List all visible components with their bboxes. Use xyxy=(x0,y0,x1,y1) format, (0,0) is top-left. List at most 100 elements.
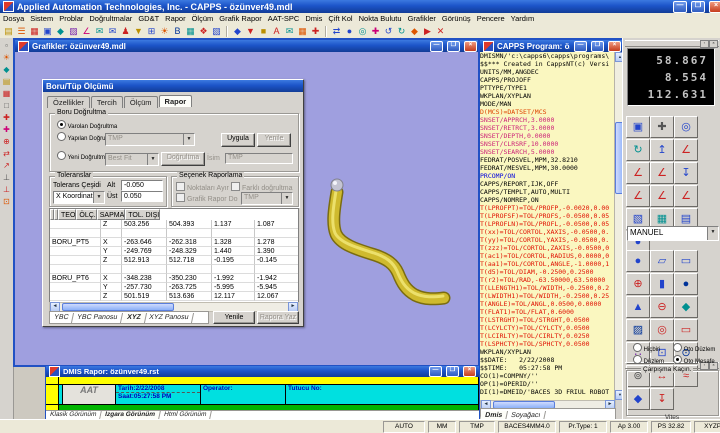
left-toolbar-icon[interactable]: ⊡ xyxy=(1,196,12,207)
report-titlebar[interactable]: DMIS Rapor: özünver49.rst — ❐ × xyxy=(46,366,479,377)
toolbar-icon[interactable]: ♟ xyxy=(119,25,132,37)
left-toolbar-icon[interactable]: ⊥ xyxy=(1,172,12,183)
report-grid[interactable]: AAT Tarih:2/22/2008 Saat:05:27:58 PM Ope… xyxy=(46,377,479,411)
feature-tool-icon[interactable]: ▱ xyxy=(650,250,674,272)
radio-select-alignment[interactable]: Yapılan Doğrultmaya Seç xyxy=(57,132,103,142)
graphics-minimize-button[interactable]: — xyxy=(430,41,443,52)
view-tool-icon[interactable]: ∠ xyxy=(626,162,650,184)
mode-combo[interactable]: MANUEL▼ xyxy=(627,226,719,241)
left-toolbar-icon[interactable]: ✚ xyxy=(1,112,12,123)
dialog-tab[interactable]: Ölçüm xyxy=(124,96,158,108)
program-minimize-button[interactable]: — xyxy=(574,41,587,52)
toolbar-icon[interactable]: ● xyxy=(343,25,356,37)
statusbar-cell[interactable]: Pr.Type: 1 xyxy=(559,421,607,433)
toolbar-icon[interactable]: ☰ xyxy=(15,25,28,37)
report-view-tab[interactable]: Izgara Görünüm xyxy=(100,411,161,419)
program-close-button[interactable]: × xyxy=(608,41,621,52)
view-tool-icon[interactable]: ↻ xyxy=(626,139,650,161)
toolbar-icon[interactable]: ☀ xyxy=(158,25,171,37)
feature-tool-icon[interactable]: ▭ xyxy=(674,250,698,272)
menu-item[interactable]: Nokta Bulutu xyxy=(356,14,405,23)
table-row[interactable]: Z503.256504.3931.1371.087 xyxy=(50,220,298,229)
toolbar-icon[interactable]: ❖ xyxy=(197,25,210,37)
toolbar-icon[interactable]: ▼ xyxy=(132,25,145,37)
statusbar-cell[interactable]: Ap 3.00 xyxy=(610,421,648,433)
toolbar-icon[interactable]: ✉ xyxy=(93,25,106,37)
table-row[interactable] xyxy=(50,229,298,238)
split-points-checkbox[interactable]: Noktaları Ayır xyxy=(176,182,229,192)
feature-tool-icon[interactable]: ● xyxy=(626,250,650,272)
toolbar-icon[interactable]: ■ xyxy=(257,25,270,37)
report-maximize-button[interactable]: ❐ xyxy=(446,366,459,377)
refresh-button-disabled[interactable]: Yenile xyxy=(257,133,291,147)
view-tool-icon[interactable]: ∠ xyxy=(674,139,698,161)
maximize-button[interactable]: ❐ xyxy=(691,1,705,13)
view-tool-icon[interactable]: ∠ xyxy=(650,162,674,184)
report-minimize-button[interactable]: — xyxy=(429,366,442,377)
feature-tool-icon[interactable]: ◎ xyxy=(650,319,674,341)
menu-item[interactable]: Sistem xyxy=(27,14,56,23)
graphic-report-file-checkbox[interactable]: Grafik Rapor Dosy xyxy=(176,193,238,203)
table-row[interactable] xyxy=(50,265,298,274)
menu-item[interactable]: Problar xyxy=(56,14,86,23)
table-row[interactable]: Y-249.769-248.3291.4401.390 xyxy=(50,247,298,256)
table-row[interactable]: Z512.913512.718-0.195-0.145 xyxy=(50,256,298,265)
axis-tab[interactable]: YBC xyxy=(49,313,75,323)
graphics-maximize-button[interactable]: ❐ xyxy=(447,41,460,52)
upper-tolerance-field[interactable] xyxy=(121,191,163,202)
axis-tab[interactable]: XYZ xyxy=(121,313,146,323)
toolbar-icon[interactable]: A xyxy=(270,25,283,37)
toolbar-icon[interactable]: ▧ xyxy=(210,25,223,37)
menu-item[interactable]: AAT-SPC xyxy=(265,14,303,23)
menu-item[interactable]: Grafikler xyxy=(405,14,439,23)
toolbar-icon[interactable]: ▣ xyxy=(41,25,54,37)
results-column-header[interactable]: SAPMA xyxy=(97,209,126,220)
toolbar-icon[interactable]: ▦ xyxy=(296,25,309,37)
left-toolbar-icon[interactable]: ◆ xyxy=(1,64,12,75)
toolbar-icon[interactable]: ▦ xyxy=(28,25,41,37)
program-titlebar[interactable]: CAPPS Program: özünver49.... — ❐ × xyxy=(480,40,624,52)
graphics-close-button[interactable]: × xyxy=(464,41,477,52)
table-row[interactable]: Y-257.730-263.725-5.995-5.945 xyxy=(50,283,298,292)
radio-existing-alignment[interactable]: Varolan Doğrultma xyxy=(57,120,117,130)
toolbar-icon[interactable]: ◆ xyxy=(54,25,67,37)
program-maximize-button[interactable]: ❐ xyxy=(591,41,604,52)
left-toolbar-icon[interactable]: □ xyxy=(1,100,12,111)
toolbar-icon[interactable]: ✚ xyxy=(309,25,322,37)
view-tool-icon[interactable]: ✚ xyxy=(650,116,674,138)
left-toolbar-icon[interactable]: ⊥ xyxy=(1,184,12,195)
toolbar-icon[interactable]: ⇄ xyxy=(330,25,343,37)
feature-tool-icon[interactable]: ▭ xyxy=(674,319,698,341)
statusbar-cell[interactable]: TMP xyxy=(459,421,495,433)
feature-tool-icon[interactable]: ▮ xyxy=(650,273,674,295)
left-toolbar-icon[interactable]: ☀ xyxy=(1,52,12,63)
dro-panel-handle[interactable]: ▫ × xyxy=(625,40,719,47)
close-button[interactable]: × xyxy=(709,1,720,13)
menu-item[interactable]: Dosya xyxy=(0,14,27,23)
toolbar-icon[interactable]: ▤ xyxy=(2,25,15,37)
left-toolbar-icon[interactable]: ▤ xyxy=(1,76,12,87)
statusbar-cell[interactable]: BACES4MM4.0 xyxy=(498,421,556,433)
menu-item[interactable]: Görünüş xyxy=(439,14,474,23)
view-tool-icon[interactable]: ∠ xyxy=(674,185,698,207)
toolbar-icon[interactable]: ↻ xyxy=(395,25,408,37)
toolbar-icon[interactable]: ▦ xyxy=(184,25,197,37)
toolbar-icon[interactable]: ▼ xyxy=(244,25,257,37)
minimize-button[interactable]: — xyxy=(673,1,687,13)
collision-option[interactable]: Oto Düzlem xyxy=(673,343,715,353)
report-view-tab[interactable]: Klasik Görünüm xyxy=(45,411,102,419)
toolbar-icon[interactable]: ✕ xyxy=(434,25,447,37)
feature-tool-icon[interactable]: ● xyxy=(674,273,698,295)
panel-close-icon[interactable]: × xyxy=(709,40,718,48)
menu-item[interactable]: Yardım xyxy=(508,14,538,23)
report-file-combo[interactable]: TMP▼ xyxy=(241,192,293,205)
results-column-header[interactable]: TOL. DIŞI xyxy=(125,209,160,220)
dialog-titlebar[interactable]: Boru/Tüp Ölçümü xyxy=(43,80,303,92)
table-row[interactable]: BORU_PT5X-263.646-262.3181.3281.278 xyxy=(50,238,298,247)
lower-tolerance-field[interactable] xyxy=(121,180,163,191)
statusbar-cell[interactable]: AUTO xyxy=(383,421,425,433)
feature-tool-icon[interactable]: ◆ xyxy=(674,296,698,318)
feature-tool-icon[interactable]: ⊖ xyxy=(650,296,674,318)
toolbar-icon[interactable]: ✉ xyxy=(106,25,119,37)
tolerance-axis-combo[interactable]: X Koordinat▼ xyxy=(53,191,105,204)
